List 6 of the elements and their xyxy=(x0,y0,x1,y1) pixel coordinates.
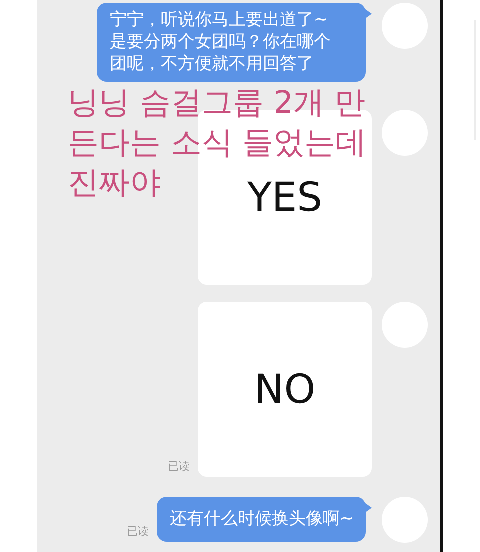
read-receipt: 已读 xyxy=(126,525,149,538)
caption-text: 닝닝 슴걸그룹 2개 만 xyxy=(68,84,366,123)
caption-text: 든다는 소식 들었는데 xyxy=(68,124,367,163)
read-receipt: 已读 xyxy=(168,460,190,473)
caption-text: 진짜야 xyxy=(68,164,161,203)
image-message: NO xyxy=(198,302,372,477)
